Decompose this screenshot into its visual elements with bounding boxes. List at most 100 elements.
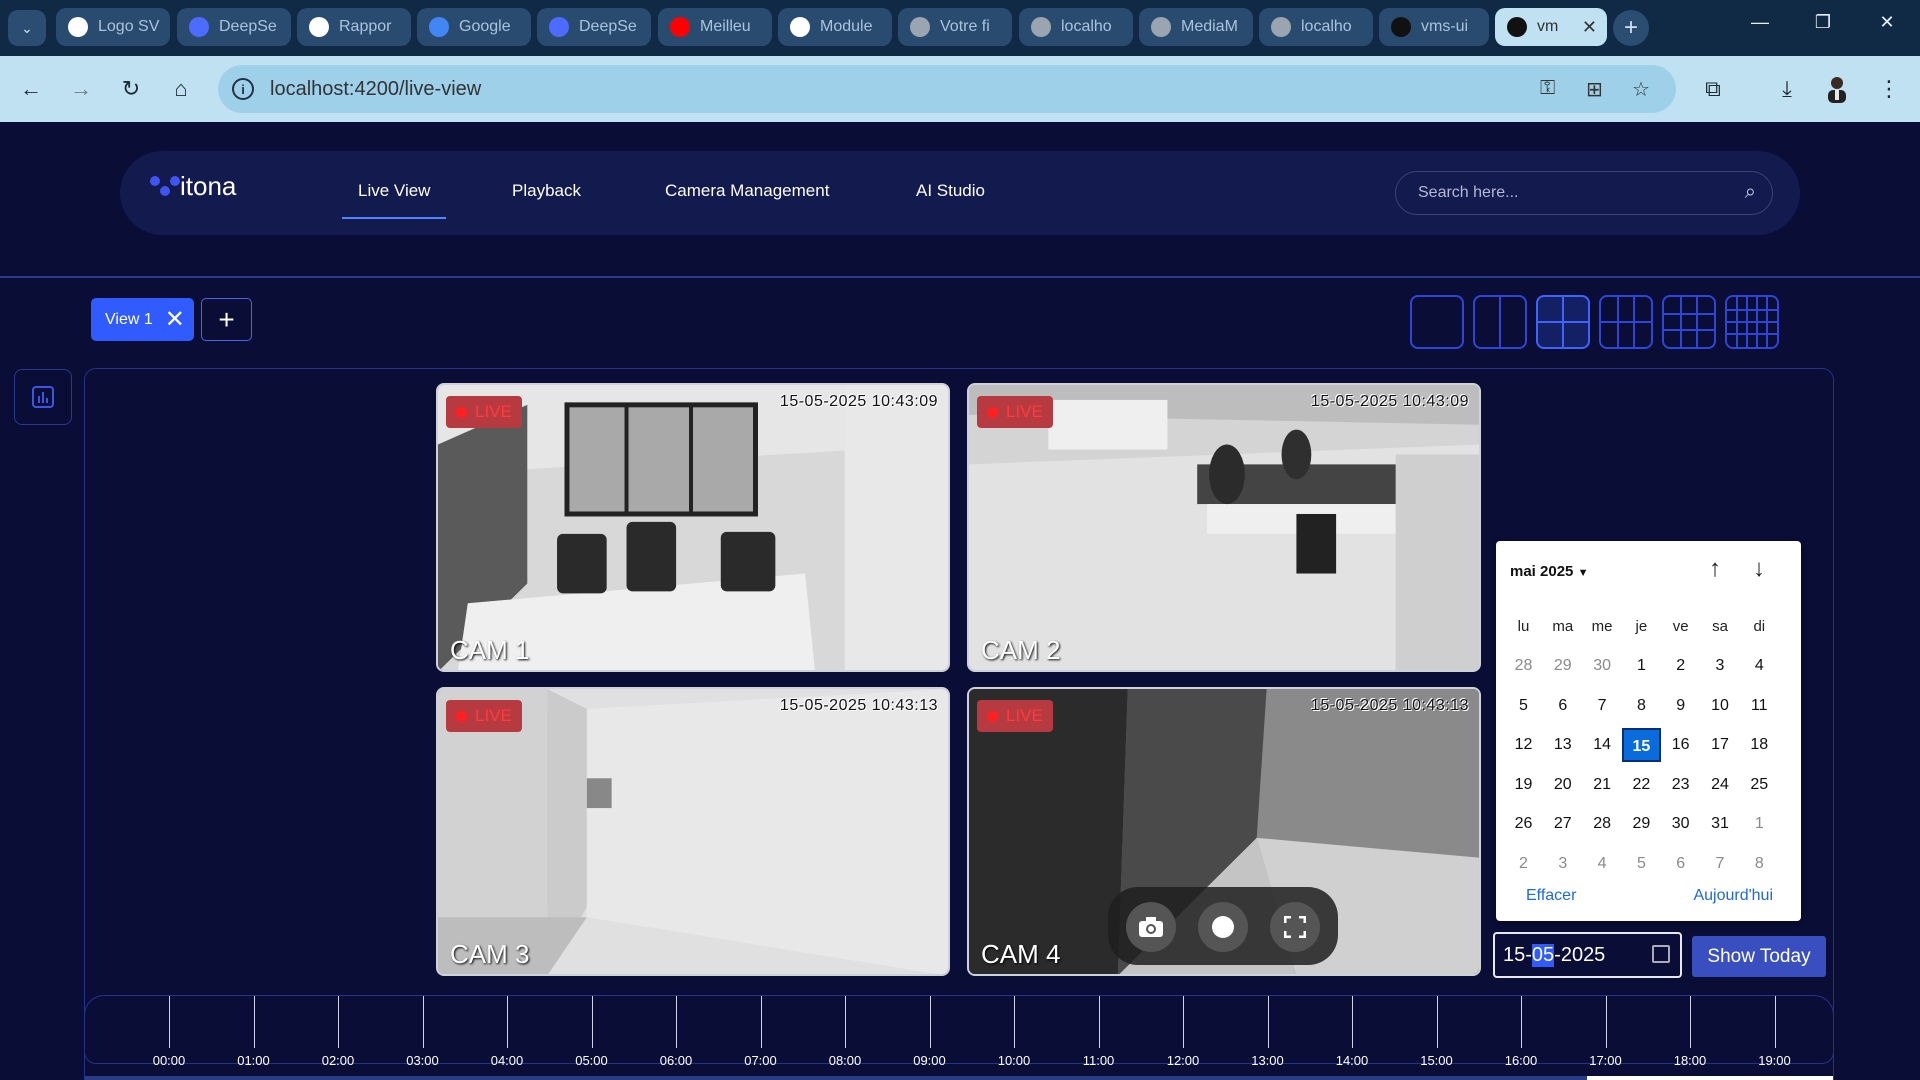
calendar-day[interactable]: 1 — [1740, 807, 1779, 841]
analytics-panel-button[interactable] — [14, 369, 72, 425]
browser-tab[interactable]: localho — [1259, 8, 1373, 46]
download-icon[interactable]: ⤓ — [1770, 72, 1804, 106]
show-today-button[interactable]: Show Today — [1692, 936, 1826, 977]
new-tab-button[interactable]: + — [1613, 10, 1649, 46]
nav-camera-management[interactable]: Camera Management — [665, 181, 829, 201]
browser-tab[interactable]: DeepSe — [177, 8, 291, 46]
record-icon[interactable] — [1198, 902, 1248, 952]
nav-live-view[interactable]: Live View — [342, 181, 447, 219]
site-info-icon[interactable]: i — [232, 78, 254, 100]
date-year-segment[interactable]: -2025 — [1554, 944, 1605, 967]
search-input[interactable] — [1418, 184, 1718, 202]
calendar-day[interactable]: 2 — [1661, 649, 1700, 683]
calendar-day[interactable]: 4 — [1740, 649, 1779, 683]
calendar-day[interactable]: 29 — [1622, 807, 1661, 841]
browser-tab[interactable]: localho — [1019, 8, 1133, 46]
camera-tile[interactable]: LIVE 15-05-2025 10:43:09 CAM 2 — [967, 383, 1481, 672]
date-day-segment[interactable]: 15- — [1503, 944, 1532, 967]
calendar-day[interactable]: 1 — [1622, 649, 1661, 683]
calendar-day[interactable]: 27 — [1543, 807, 1582, 841]
calendar-day[interactable]: 12 — [1504, 728, 1543, 762]
brand-logo[interactable]: itona — [150, 171, 236, 202]
browser-menu-icon[interactable]: ⋮ — [1872, 72, 1906, 106]
calendar-day[interactable]: 11 — [1740, 689, 1779, 723]
url-omnibox[interactable]: i localhost:4200/live-view ⚿ ⊞ ☆ — [218, 65, 1676, 113]
close-view-icon[interactable]: ✕ — [165, 305, 185, 334]
avatar[interactable] — [1820, 72, 1854, 106]
clear-date-button[interactable]: Effacer — [1526, 887, 1576, 905]
view-tab[interactable]: View 1 ✕ — [91, 298, 194, 341]
browser-tab[interactable]: Google — [417, 8, 531, 46]
browser-tab[interactable]: DeepSe — [537, 8, 651, 46]
calendar-day[interactable]: 25 — [1740, 768, 1779, 802]
calendar-day[interactable]: 10 — [1700, 689, 1739, 723]
calendar-day[interactable]: 9 — [1661, 689, 1700, 723]
close-tab-icon[interactable]: ✕ — [1582, 17, 1597, 38]
browser-tab[interactable]: vm ✕ — [1495, 8, 1607, 46]
search-icon[interactable]: ⌕ — [1745, 181, 1756, 204]
calendar-day[interactable]: 19 — [1504, 768, 1543, 802]
browser-tab[interactable]: Votre fi — [898, 8, 1012, 46]
calendar-day[interactable]: 29 — [1543, 649, 1582, 683]
tab-search-button[interactable]: ⌄ — [8, 10, 46, 46]
next-month-arrow-icon[interactable]: ↓ — [1753, 555, 1765, 583]
calendar-day[interactable]: 28 — [1583, 807, 1622, 841]
playback-timeline[interactable]: 00:00 01:00 02:00 03:00 04:00 05:00 06:00 07:00… — [84, 995, 1834, 1080]
date-month-segment[interactable]: 05 — [1531, 943, 1555, 967]
calendar-day[interactable]: 28 — [1504, 649, 1543, 683]
camera-tile[interactable]: LIVE 15-05-2025 10:43:13 CAM 3 — [436, 687, 950, 976]
calendar-day[interactable]: 26 — [1504, 807, 1543, 841]
layout-2x2-button[interactable] — [1536, 295, 1590, 349]
calendar-day[interactable]: 6 — [1543, 689, 1582, 723]
camera-tile[interactable]: LIVE 15-05-2025 10:43:09 CAM 1 — [436, 383, 950, 672]
calendar-day[interactable]: 24 — [1700, 768, 1739, 802]
back-icon[interactable]: ← — [14, 72, 48, 106]
calendar-day[interactable]: 17 — [1700, 728, 1739, 762]
calendar-day[interactable]: 7 — [1700, 847, 1739, 881]
calendar-day[interactable]: 7 — [1583, 689, 1622, 723]
layout-4x4-button[interactable] — [1725, 295, 1779, 349]
forward-icon[interactable]: → — [64, 72, 98, 106]
camera-tile[interactable]: LIVE 15-05-2025 10:43:13 CAM 4 — [967, 687, 1481, 976]
calendar-day[interactable]: 5 — [1622, 847, 1661, 881]
layout-1x1-button[interactable] — [1410, 295, 1464, 349]
browser-tab[interactable]: Rappor — [297, 8, 411, 46]
calendar-day[interactable]: 14 — [1583, 728, 1622, 762]
today-link-button[interactable]: Aujourd'hui — [1693, 887, 1773, 905]
calendar-day[interactable]: 13 — [1543, 728, 1582, 762]
add-view-button[interactable]: + — [201, 298, 252, 341]
calendar-day[interactable]: 6 — [1661, 847, 1700, 881]
calendar-day[interactable]: 3 — [1543, 847, 1582, 881]
home-icon[interactable]: ⌂ — [164, 72, 198, 106]
browser-tab[interactable]: Logo SV — [56, 8, 170, 46]
calendar-icon[interactable] — [1652, 945, 1670, 963]
calendar-day[interactable]: 22 — [1622, 768, 1661, 802]
translate-icon[interactable]: ⊞ — [1586, 77, 1603, 102]
close-window-icon[interactable]: ✕ — [1872, 12, 1902, 33]
calendar-day[interactable]: 18 — [1740, 728, 1779, 762]
calendar-day[interactable]: 31 — [1700, 807, 1739, 841]
snapshot-camera-icon[interactable] — [1126, 902, 1176, 952]
nav-ai-studio[interactable]: AI Studio — [916, 181, 985, 201]
calendar-day[interactable]: 30 — [1583, 649, 1622, 683]
calendar-day[interactable]: 4 — [1583, 847, 1622, 881]
date-input[interactable]: 15- 05 -2025 — [1493, 932, 1682, 978]
browser-tab[interactable]: Module — [778, 8, 892, 46]
fullscreen-icon[interactable] — [1270, 902, 1320, 952]
nav-playback[interactable]: Playback — [512, 181, 581, 201]
browser-tab[interactable]: Meilleu — [658, 8, 772, 46]
layout-3x3-button[interactable] — [1599, 295, 1653, 349]
browser-tab[interactable]: vms-ui — [1379, 8, 1489, 46]
browser-tab[interactable]: MediaM — [1139, 8, 1253, 46]
month-year-selector[interactable]: mai 2025 ▼ — [1510, 563, 1588, 580]
extensions-icon[interactable]: ⧉ — [1696, 72, 1730, 106]
restore-icon[interactable]: ❐ — [1808, 12, 1838, 33]
calendar-day[interactable]: 30 — [1661, 807, 1700, 841]
calendar-day[interactable]: 8 — [1622, 689, 1661, 723]
calendar-day[interactable]: 5 — [1504, 689, 1543, 723]
calendar-day[interactable]: 23 — [1661, 768, 1700, 802]
calendar-day[interactable]: 3 — [1700, 649, 1739, 683]
calendar-day[interactable]: 16 — [1661, 728, 1700, 762]
calendar-day[interactable]: 21 — [1583, 768, 1622, 802]
layout-4x3-button[interactable] — [1662, 295, 1716, 349]
